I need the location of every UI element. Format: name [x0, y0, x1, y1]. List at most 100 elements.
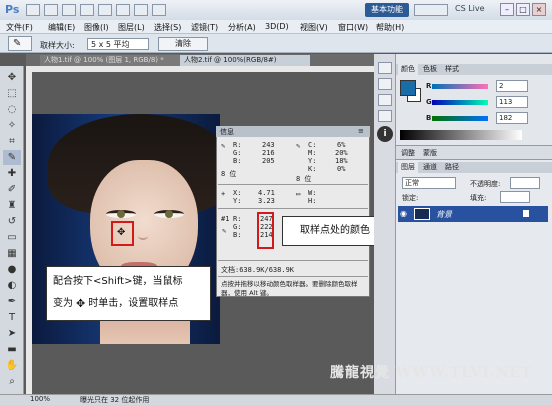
g-input[interactable]: 113 — [496, 96, 528, 108]
menu-view[interactable]: 视图(V) — [300, 22, 328, 33]
fill-input[interactable] — [500, 191, 530, 203]
crop-tool-icon[interactable]: ⌗ — [3, 134, 21, 149]
healing-tool-icon[interactable]: ✚ — [3, 166, 21, 181]
minimize-icon[interactable]: – — [500, 3, 514, 16]
photoshop-logo: Ps — [5, 3, 20, 16]
zoom-tool-icon[interactable]: ⌕ — [3, 374, 21, 389]
info-m-value: 20% — [335, 149, 348, 157]
info-hint: 点按并拖移以移动颜色取样器。要删除颜色取样器，使用 Alt 键。 — [221, 280, 358, 297]
info-crosshair-icon: + — [221, 190, 226, 198]
zoom-level[interactable]: 100% — [30, 395, 50, 403]
info-x-value: 4.71 — [258, 189, 275, 197]
arrange-documents-icon[interactable] — [134, 4, 148, 16]
tab-swatches[interactable]: 色板 — [420, 64, 440, 75]
info-bits-left: 8 位 — [221, 170, 237, 178]
tab-masks[interactable]: 蒙版 — [420, 148, 440, 159]
hand-tool-icon[interactable]: ✋ — [3, 358, 21, 373]
bridge-icon[interactable] — [26, 4, 40, 16]
menu-image[interactable]: 图像(I) — [84, 22, 109, 33]
hand-tool-icon[interactable] — [98, 4, 112, 16]
menu-file[interactable]: 文件(F) — [6, 22, 33, 33]
tab-layers[interactable]: 图层 — [398, 162, 418, 173]
mini-bridge-icon[interactable] — [44, 4, 58, 16]
menu-help[interactable]: 帮助(H) — [376, 22, 404, 33]
view-extras-icon[interactable] — [62, 4, 76, 16]
tab-adjustments[interactable]: 调整 — [398, 148, 418, 159]
info-panel-header[interactable] — [216, 126, 370, 137]
menu-select[interactable]: 选择(S) — [154, 22, 181, 33]
dodge-tool-icon[interactable]: ◐ — [3, 278, 21, 293]
r-slider[interactable] — [432, 84, 488, 89]
brush-tool-icon[interactable]: ✐ — [3, 182, 21, 197]
info-divider — [218, 276, 368, 277]
b-slider[interactable] — [432, 116, 488, 121]
layer-name[interactable]: 背景 — [436, 209, 452, 220]
photo-nose — [138, 232, 148, 240]
workspace-button[interactable]: 基本功能 — [365, 3, 409, 17]
gradient-tool-icon[interactable]: ▦ — [3, 246, 21, 261]
workspace-switcher-icon[interactable] — [414, 4, 448, 16]
shape-tool-icon[interactable]: ▬ — [3, 342, 21, 357]
screen-mode-icon[interactable] — [152, 4, 166, 16]
tool-preset-picker[interactable]: ✎ — [8, 36, 32, 51]
clone-stamp-tool-icon[interactable]: ♜ — [3, 198, 21, 213]
menu-filter[interactable]: 滤镜(T) — [191, 22, 218, 33]
info-cmyk-eyedropper-icon: ✎ — [296, 142, 301, 150]
type-tool-icon[interactable]: T — [3, 310, 21, 325]
zoom-level-icon[interactable] — [80, 4, 94, 16]
eyedropper-tool-icon[interactable]: ✎ — [3, 150, 21, 165]
menu-edit[interactable]: 编辑(E) — [48, 22, 75, 33]
opacity-input[interactable] — [510, 177, 540, 189]
info-g-value: 216 — [262, 149, 275, 157]
info-sample-eyedropper-icon: ✎ — [222, 227, 227, 235]
tab-document-1[interactable]: 人物1.tif @ 100% (图层 1, RGB/8) * — [40, 55, 180, 66]
brush-panel-icon[interactable] — [378, 110, 392, 122]
r-input[interactable]: 2 — [496, 80, 528, 92]
cs-live-button[interactable]: CS Live — [455, 4, 485, 13]
tab-styles[interactable]: 样式 — [442, 64, 462, 75]
info-panel-icon[interactable]: i — [377, 126, 393, 142]
layer-thumbnail — [414, 208, 430, 220]
b-input[interactable]: 182 — [496, 112, 528, 124]
info-bits-right: 8 位 — [296, 175, 312, 183]
tab-paths[interactable]: 路径 — [442, 162, 462, 173]
status-text: 曝光只在 32 位起作用 — [80, 396, 150, 404]
close-icon[interactable]: × — [532, 3, 546, 16]
color-ramp[interactable] — [400, 130, 522, 140]
info-y-value: 18% — [335, 157, 348, 165]
foreground-color-swatch[interactable] — [400, 80, 416, 96]
history-brush-tool-icon[interactable]: ↺ — [3, 214, 21, 229]
character-panel-icon[interactable] — [378, 94, 392, 106]
tab-document-2[interactable]: 人物2.tif @ 100%(RGB/8#) — [180, 55, 310, 66]
panel-menu-icon[interactable]: ≡ — [358, 127, 364, 135]
history-panel-icon[interactable] — [378, 62, 392, 74]
menu-3d[interactable]: 3D(D) — [265, 22, 289, 31]
navigator-panel-icon[interactable] — [378, 78, 392, 90]
blur-tool-icon[interactable]: ● — [3, 262, 21, 277]
move-tool-icon[interactable]: ✥ — [3, 70, 21, 85]
sample-size-select[interactable]: 5 x 5 平均 — [87, 38, 149, 50]
visibility-eye-icon[interactable]: ◉ — [400, 209, 407, 218]
zoom-tool-icon[interactable] — [116, 4, 130, 16]
marquee-tool-icon[interactable]: ⬚ — [3, 86, 21, 101]
instruction-callout: 配合按下<Shift>键，当鼠标 变为 ✥ 时单击，设置取样点 — [46, 266, 211, 321]
eraser-tool-icon[interactable]: ▭ — [3, 230, 21, 245]
menu-analysis[interactable]: 分析(A) — [228, 22, 256, 33]
info-divider — [218, 260, 368, 261]
clear-button[interactable]: 清除 — [158, 37, 208, 51]
opacity-label: 不透明度: — [470, 180, 501, 188]
watermark: 騰龍視覺 WWW.TLVI.NET — [330, 365, 533, 381]
lasso-tool-icon[interactable]: ◌ — [3, 102, 21, 117]
quick-select-tool-icon[interactable]: ✧ — [3, 118, 21, 133]
sample-size-label: 取样大小: — [40, 41, 75, 50]
tab-color[interactable]: 颜色 — [398, 64, 418, 75]
menu-layer[interactable]: 图层(L) — [118, 22, 145, 33]
path-select-tool-icon[interactable]: ➤ — [3, 326, 21, 341]
menu-window[interactable]: 窗口(W) — [338, 22, 368, 33]
tab-channels[interactable]: 通道 — [420, 162, 440, 173]
blend-mode-select[interactable]: 正常 — [402, 177, 456, 189]
maximize-icon[interactable]: □ — [516, 3, 530, 16]
pen-tool-icon[interactable]: ✒ — [3, 294, 21, 309]
eyedropper-cursor-icon: ✥ — [117, 227, 126, 238]
g-slider[interactable] — [432, 100, 488, 105]
